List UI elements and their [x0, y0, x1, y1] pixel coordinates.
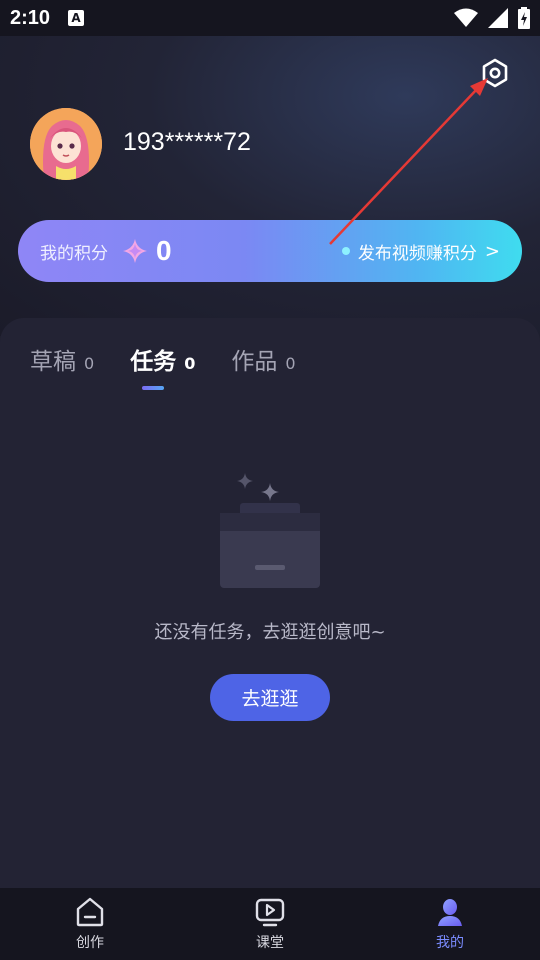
nav-label: 我的: [436, 935, 464, 951]
browse-button[interactable]: 去逛逛: [210, 674, 330, 721]
signal-icon: [488, 8, 508, 28]
system-icons: [454, 7, 530, 29]
nav-create[interactable]: 创作: [0, 888, 180, 960]
tab-label: 作品: [231, 349, 278, 375]
video-play-icon: [255, 898, 285, 927]
nav-classroom[interactable]: 课堂: [180, 888, 360, 960]
tab-count: 0: [184, 354, 196, 373]
bottom-nav: 创作 课堂 我的: [0, 888, 540, 960]
content-sheet: 草稿 0 任务 0 作品 0 还没有任务，去逛逛创意吧~ 去逛逛: [0, 318, 540, 888]
nav-label: 创作: [76, 935, 104, 951]
tab-count: 0: [84, 354, 95, 373]
status-time: 2:10: [10, 6, 51, 29]
profile-header: 193******72 我的积分 0 发布视频赚积分 >: [0, 36, 540, 336]
empty-message: 还没有任务，去逛逛创意吧~: [154, 622, 386, 643]
user-phone: 193******72: [123, 128, 251, 156]
chevron-right-icon: >: [484, 240, 500, 262]
content-tabs: 草稿 0 任务 0 作品 0: [30, 342, 296, 390]
settings-gear-icon[interactable]: [480, 58, 510, 88]
publish-video-link[interactable]: 发布视频赚积分 >: [341, 239, 500, 264]
tab-count: 0: [285, 354, 296, 373]
diamond-icon: [123, 239, 147, 263]
dot-icon: [341, 247, 350, 255]
tab-tasks[interactable]: 任务 0: [130, 342, 196, 390]
nav-label: 课堂: [256, 935, 284, 951]
tab-label: 草稿: [30, 349, 76, 375]
points-label: 我的积分: [40, 243, 108, 264]
avatar-illustration: [30, 108, 102, 180]
user-icon: [438, 899, 462, 926]
battery-icon: [518, 7, 530, 29]
avatar[interactable]: [30, 108, 102, 180]
points-bar[interactable]: 我的积分 0 发布视频赚积分 >: [18, 220, 522, 282]
tab-drafts[interactable]: 草稿 0: [30, 342, 94, 376]
tab-label: 任务: [130, 349, 177, 375]
status-bar: 2:10 A: [0, 0, 540, 36]
notification-badge-icon: A: [68, 10, 85, 26]
home-create-icon: [76, 897, 104, 927]
tab-works[interactable]: 作品 0: [231, 342, 295, 376]
nav-mine[interactable]: 我的: [360, 888, 540, 960]
publish-label: 发布视频赚积分: [357, 243, 477, 264]
wifi-icon: [454, 8, 478, 27]
points-value: 0: [156, 235, 172, 266]
empty-box-icon: [220, 473, 320, 588]
